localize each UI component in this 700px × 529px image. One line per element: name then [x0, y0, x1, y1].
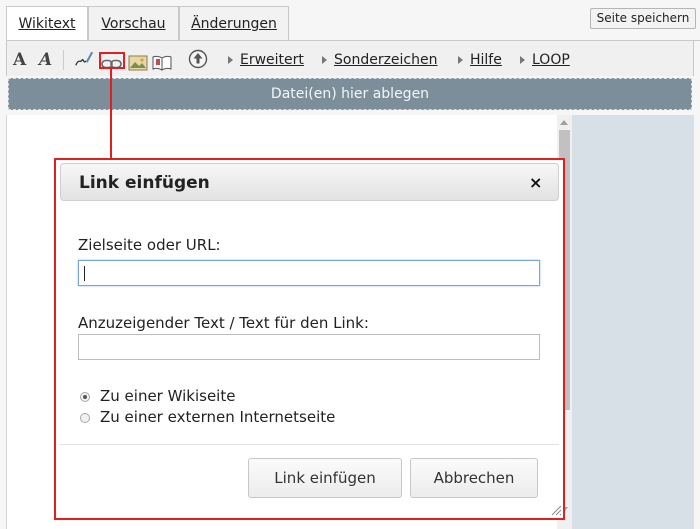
tab-vorschau[interactable]: Vorschau: [88, 6, 179, 40]
menu-erweitert[interactable]: Erweitert: [228, 50, 304, 70]
radio-wikiseite-label[interactable]: Zu einer Wikiseite: [100, 387, 235, 405]
menu-loop-label: LOOP: [532, 52, 570, 68]
bold-icon[interactable]: A: [13, 50, 26, 70]
dialog-header: Link einfügen ×: [60, 163, 559, 201]
triangle-right-icon: [322, 56, 327, 64]
target-url-input[interactable]: [78, 260, 540, 286]
menu-sonderzeichen-label: Sonderzeichen: [334, 52, 438, 68]
radio-externe-seite-label[interactable]: Zu einer externen Internetseite: [100, 408, 335, 426]
upload-icon[interactable]: [188, 49, 208, 69]
insert-link-button[interactable]: Link einfügen: [248, 458, 402, 498]
menu-hilfe-label: Hilfe: [470, 52, 502, 68]
dialog-footer-divider: [60, 444, 559, 445]
close-icon[interactable]: ×: [529, 173, 542, 192]
target-label: Zielseite oder URL:: [78, 236, 221, 254]
save-page-button[interactable]: Seite speichern: [590, 8, 696, 29]
toolbar-divider: [63, 50, 64, 70]
image-icon[interactable]: [128, 53, 148, 73]
cancel-button[interactable]: Abbrechen: [410, 458, 538, 498]
scroll-up-icon[interactable]: [560, 120, 568, 125]
menu-hilfe[interactable]: Hilfe: [458, 50, 502, 70]
triangle-right-icon: [458, 56, 463, 64]
triangle-right-icon: [520, 56, 525, 64]
link-text-input[interactable]: [78, 334, 540, 360]
text-caret: [84, 266, 85, 281]
triangle-right-icon: [228, 56, 233, 64]
menu-erweitert-label: Erweitert: [240, 52, 304, 68]
resize-handle-icon[interactable]: [550, 504, 562, 516]
link-text-label: Anzuzeigender Text / Text für den Link:: [78, 314, 369, 332]
link-dialog: Link einfügen × Zielseite oder URL: Anzu…: [54, 158, 565, 520]
menu-loop[interactable]: LOOP: [520, 50, 570, 70]
side-panel: [572, 115, 694, 529]
signature-icon[interactable]: [73, 49, 95, 69]
menu-sonderzeichen[interactable]: Sonderzeichen: [322, 50, 438, 70]
radio-externe-seite[interactable]: [80, 413, 90, 423]
tab-wikitext[interactable]: Wikitext: [6, 6, 88, 42]
italic-icon[interactable]: A: [39, 50, 52, 70]
highlight-box: [99, 52, 125, 69]
book-icon[interactable]: [152, 53, 172, 73]
highlight-connector: [110, 69, 112, 158]
dialog-title: Link einfügen: [79, 173, 210, 193]
radio-wikiseite[interactable]: [80, 392, 90, 402]
tab-aenderungen[interactable]: Änderungen: [179, 6, 289, 40]
